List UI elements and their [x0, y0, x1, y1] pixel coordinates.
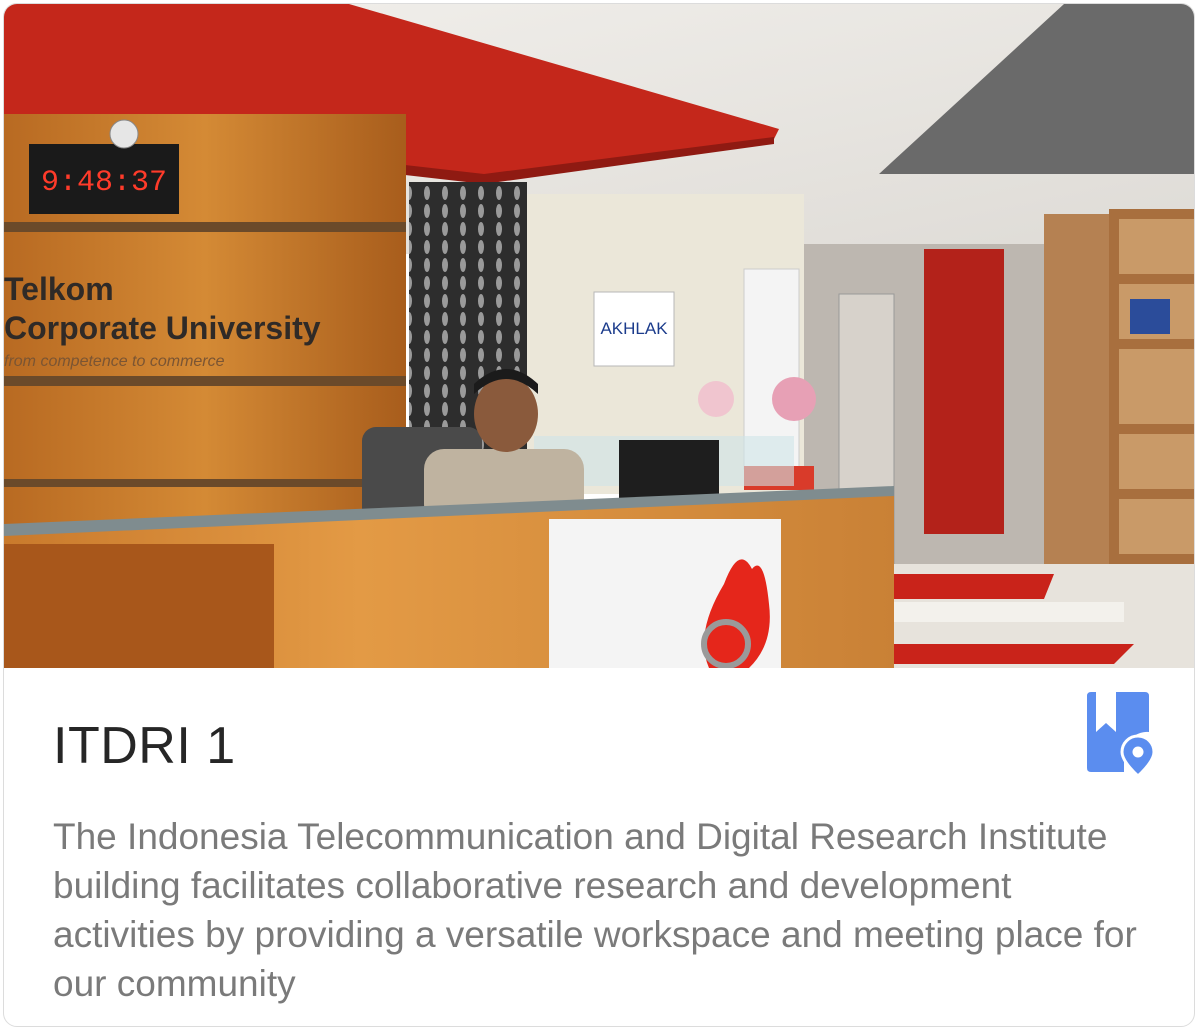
poster-label: AKHLAK [600, 319, 668, 338]
wall-sign-tagline: from competence to commerce [4, 353, 225, 370]
card-description: The Indonesia Telecommunication and Digi… [53, 816, 1137, 1004]
wall-clock-text: 9:48:37 [41, 166, 167, 200]
bookmark-location-icon [1087, 692, 1156, 778]
map-location-button[interactable] [1084, 692, 1164, 782]
wall-sign-line1: Telkom [4, 271, 114, 307]
location-card[interactable]: AKHLAK 9:48:37 Telkom Corporate Universi… [3, 3, 1195, 1027]
card-title: ITDRI 1 [53, 717, 236, 775]
lobby-photo: AKHLAK 9:48:37 Telkom Corporate Universi… [4, 4, 1194, 668]
wall-sign-line2: Corporate University [4, 310, 321, 346]
